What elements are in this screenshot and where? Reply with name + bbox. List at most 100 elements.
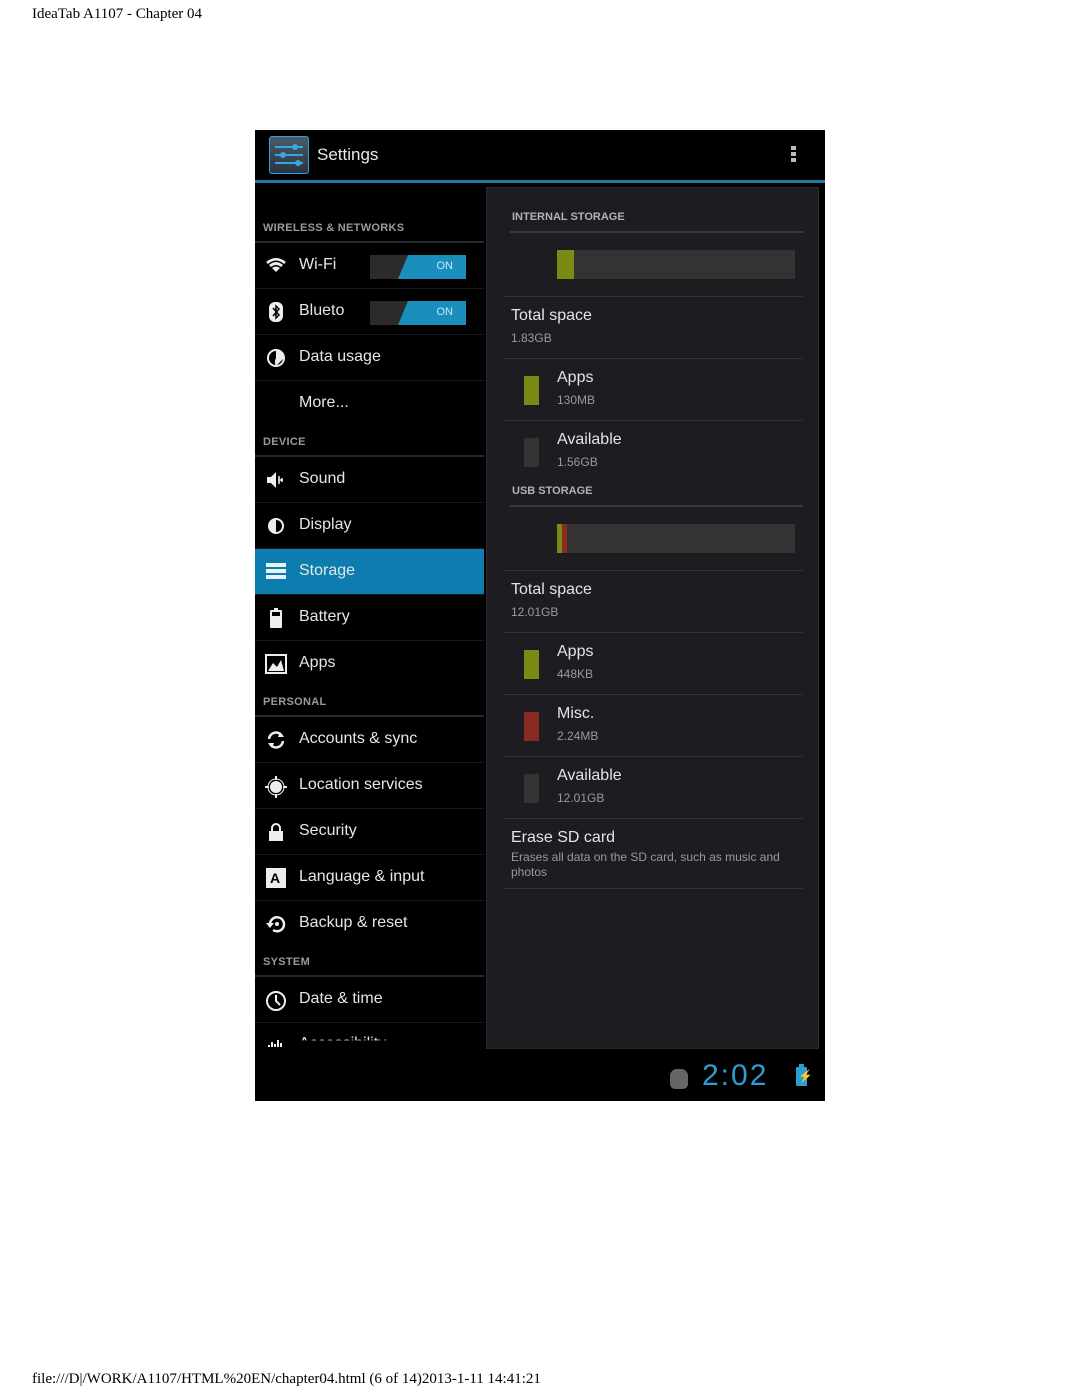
wifi-toggle[interactable]: ON <box>370 255 466 279</box>
category-personal: PERSONAL <box>255 687 484 717</box>
sidebar-item-label: Battery <box>299 608 350 625</box>
bluetooth-icon <box>265 302 287 322</box>
clock[interactable]: 2:02 <box>702 1059 768 1093</box>
clock-icon <box>265 990 287 1011</box>
internal-storage-usage-bar <box>557 250 795 279</box>
sidebar-item-accessibility[interactable]: Accessibility <box>255 1023 484 1047</box>
lock-icon <box>265 822 287 842</box>
row-value: 448KB <box>557 667 594 681</box>
usb-apps[interactable]: Apps 448KB <box>504 633 803 695</box>
document-header: IdeaTab A1107 - Chapter 04 <box>32 6 203 22</box>
row-title: Erase SD card <box>511 829 616 846</box>
location-icon <box>265 776 287 798</box>
sync-icon <box>265 730 287 750</box>
sidebar-item-security[interactable]: Security <box>255 809 484 855</box>
sidebar-item-data-usage[interactable]: Data usage <box>255 335 484 381</box>
svg-text:A: A <box>270 870 280 886</box>
sidebar-item-more[interactable]: More... <box>255 381 484 427</box>
row-title: Misc. <box>557 705 595 722</box>
action-bar: Settings <box>255 130 825 183</box>
row-value: 12.01GB <box>557 791 605 805</box>
sidebar-item-accounts-sync[interactable]: Accounts & sync <box>255 717 484 763</box>
row-value: 130MB <box>557 393 596 407</box>
sidebar-item-storage[interactable]: Storage <box>255 549 484 595</box>
sidebar-item-label: Location services <box>299 776 423 793</box>
overflow-menu-icon[interactable] <box>791 146 797 164</box>
usb-misc[interactable]: Misc. 2.24MB <box>504 695 803 757</box>
data-usage-icon <box>265 348 287 368</box>
sidebar-item-label: Blueto <box>299 302 345 319</box>
internal-available: Available 1.56GB <box>504 421 803 482</box>
apps-icon <box>265 654 287 674</box>
android-debug-icon[interactable] <box>670 1069 688 1089</box>
category-system: SYSTEM <box>255 947 484 977</box>
sidebar-item-label: Apps <box>299 654 336 671</box>
sidebar-item-bluetooth[interactable]: Blueto ON <box>255 289 484 335</box>
row-value: 12.01GB <box>511 605 559 619</box>
misc-segment <box>561 524 567 553</box>
sound-icon <box>265 470 287 490</box>
usb-total-space: Total space 12.01GB <box>504 571 803 633</box>
settings-sliders-icon[interactable] <box>269 136 309 174</box>
erase-sd-card-button[interactable]: Erase SD card Erases all data on the SD … <box>504 819 803 889</box>
bluetooth-toggle[interactable]: ON <box>370 301 466 325</box>
sidebar-item-language-input[interactable]: A Language & input <box>255 855 484 901</box>
internal-storage-header: INTERNAL STORAGE <box>510 202 803 233</box>
storage-icon <box>265 562 287 582</box>
sidebar-item-label: More... <box>299 394 349 411</box>
row-title: Total space <box>511 307 592 324</box>
backup-icon <box>265 914 287 934</box>
internal-storage-bar-row <box>504 233 803 297</box>
toggle-state: ON <box>436 306 454 318</box>
display-icon <box>265 516 287 536</box>
available-color-swatch <box>524 438 539 467</box>
apps-segment <box>557 250 574 279</box>
row-subtitle: Erases all data on the SD card, such as … <box>511 850 780 879</box>
document-footer: file:///D|/WORK/A1107/HTML%20EN/chapter0… <box>32 1371 541 1387</box>
sidebar-item-label: Sound <box>299 470 346 487</box>
tablet-screen: Settings WIRELESS & NETWORKS Wi-Fi ON Bl… <box>255 130 825 1101</box>
sidebar-item-label: Language & input <box>299 868 425 885</box>
sidebar-item-label: Data usage <box>299 348 381 365</box>
row-title: Available <box>557 431 622 448</box>
sidebar-item-location[interactable]: Location services <box>255 763 484 809</box>
storage-pane: INTERNAL STORAGE Total space 1.83GB Apps… <box>486 187 819 1049</box>
sidebar-item-backup-reset[interactable]: Backup & reset <box>255 901 484 947</box>
row-value: 1.83GB <box>511 331 552 345</box>
sidebar-item-label: Storage <box>299 562 356 579</box>
apps-color-swatch <box>524 376 539 405</box>
sidebar-item-date-time[interactable]: Date & time <box>255 977 484 1023</box>
battery-icon <box>265 608 287 628</box>
usb-storage-bar-row <box>504 507 803 571</box>
sidebar-item-label: Display <box>299 516 352 533</box>
category-device: DEVICE <box>255 427 484 457</box>
sidebar-item-apps[interactable]: Apps <box>255 641 484 687</box>
usb-storage-usage-bar <box>557 524 795 553</box>
page-title: Settings <box>317 145 379 164</box>
sidebar-item-label: Security <box>299 822 357 839</box>
row-value: 2.24MB <box>557 729 599 743</box>
wifi-icon <box>265 256 287 276</box>
sidebar-item-display[interactable]: Display <box>255 503 484 549</box>
sidebar-item-label: Date & time <box>299 990 383 1007</box>
available-color-swatch <box>524 774 539 803</box>
battery-charging-icon[interactable]: ⚡ <box>796 1064 813 1086</box>
usb-available: Available 12.01GB <box>504 757 803 819</box>
internal-total-space: Total space 1.83GB <box>504 297 803 359</box>
sidebar-item-label: Backup & reset <box>299 914 408 931</box>
row-title: Apps <box>557 369 594 386</box>
sidebar-item-label: Accounts & sync <box>299 730 418 747</box>
internal-apps[interactable]: Apps 130MB <box>504 359 803 421</box>
sidebar-item-sound[interactable]: Sound <box>255 457 484 503</box>
settings-sidebar: WIRELESS & NETWORKS Wi-Fi ON Blueto ON D… <box>255 183 484 1053</box>
misc-color-swatch <box>524 712 539 741</box>
language-icon: A <box>265 868 287 888</box>
row-title: Available <box>557 767 622 784</box>
toggle-state: ON <box>436 260 454 272</box>
category-wireless-networks: WIRELESS & NETWORKS <box>255 213 484 243</box>
sidebar-item-wifi[interactable]: Wi-Fi ON <box>255 243 484 289</box>
sidebar-item-battery[interactable]: Battery <box>255 595 484 641</box>
apps-color-swatch <box>524 650 539 679</box>
system-status-bar: 2:02 ⚡ <box>255 1055 825 1101</box>
sidebar-item-label: Wi-Fi <box>299 256 337 273</box>
